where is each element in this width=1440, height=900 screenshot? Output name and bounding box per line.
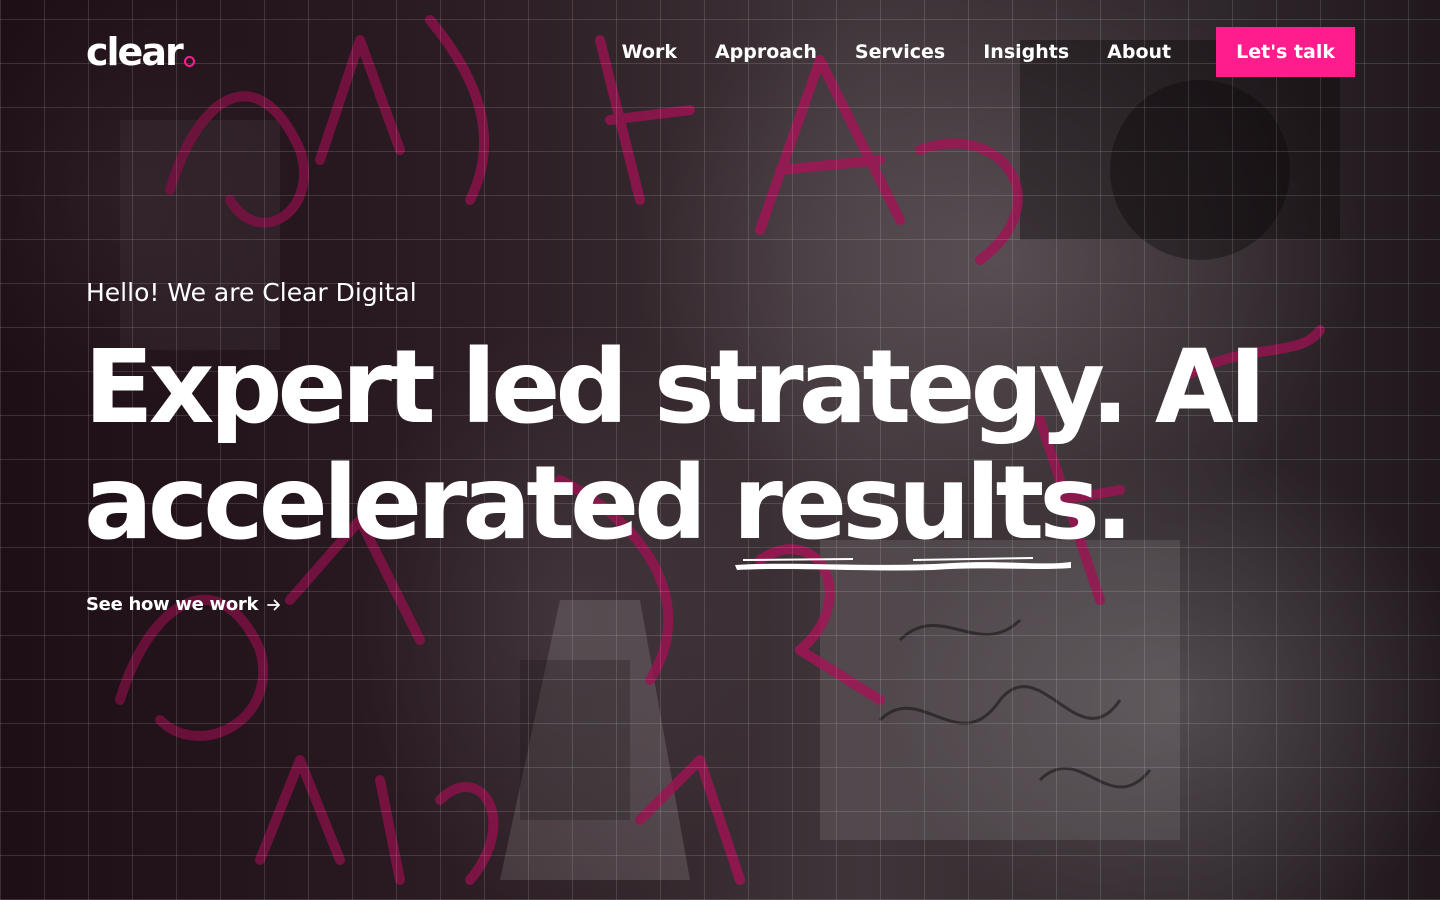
see-how-we-work-link[interactable]: See how we work xyxy=(86,594,282,615)
logo-dot-icon xyxy=(183,56,195,67)
nav-approach-link[interactable]: Approach xyxy=(715,27,817,77)
hero-section: clear Work Approach Services Insights Ab… xyxy=(0,0,1440,900)
headline-line-2-prefix: accelerated xyxy=(84,444,733,563)
headline-underlined-text: results xyxy=(732,444,1100,563)
nav-services-link[interactable]: Services xyxy=(855,27,945,77)
logo-text: clear xyxy=(86,30,184,74)
nav-about-link[interactable]: About xyxy=(1107,27,1171,77)
brush-underline-icon xyxy=(734,557,1071,571)
headline-period: . xyxy=(1094,444,1134,563)
nav-insights-link[interactable]: Insights xyxy=(983,27,1069,77)
hero-eyebrow: Hello! We are Clear Digital xyxy=(86,278,417,307)
nav-work-link[interactable]: Work xyxy=(622,27,677,77)
headline-line-1: Expert led strategy. AI xyxy=(84,328,1267,447)
main-nav: Work Approach Services Insights About Le… xyxy=(622,27,1355,77)
headline-underlined-word: results xyxy=(732,444,1100,571)
arrow-right-icon xyxy=(267,599,281,610)
hero-headline: Expert led strategy. AI accelerated resu… xyxy=(84,328,1267,571)
see-how-label: See how we work xyxy=(86,594,259,615)
headline-line-2: accelerated results. xyxy=(84,444,1262,571)
lets-talk-button[interactable]: Let's talk xyxy=(1216,27,1355,77)
clear-logo[interactable]: clear xyxy=(86,30,195,74)
